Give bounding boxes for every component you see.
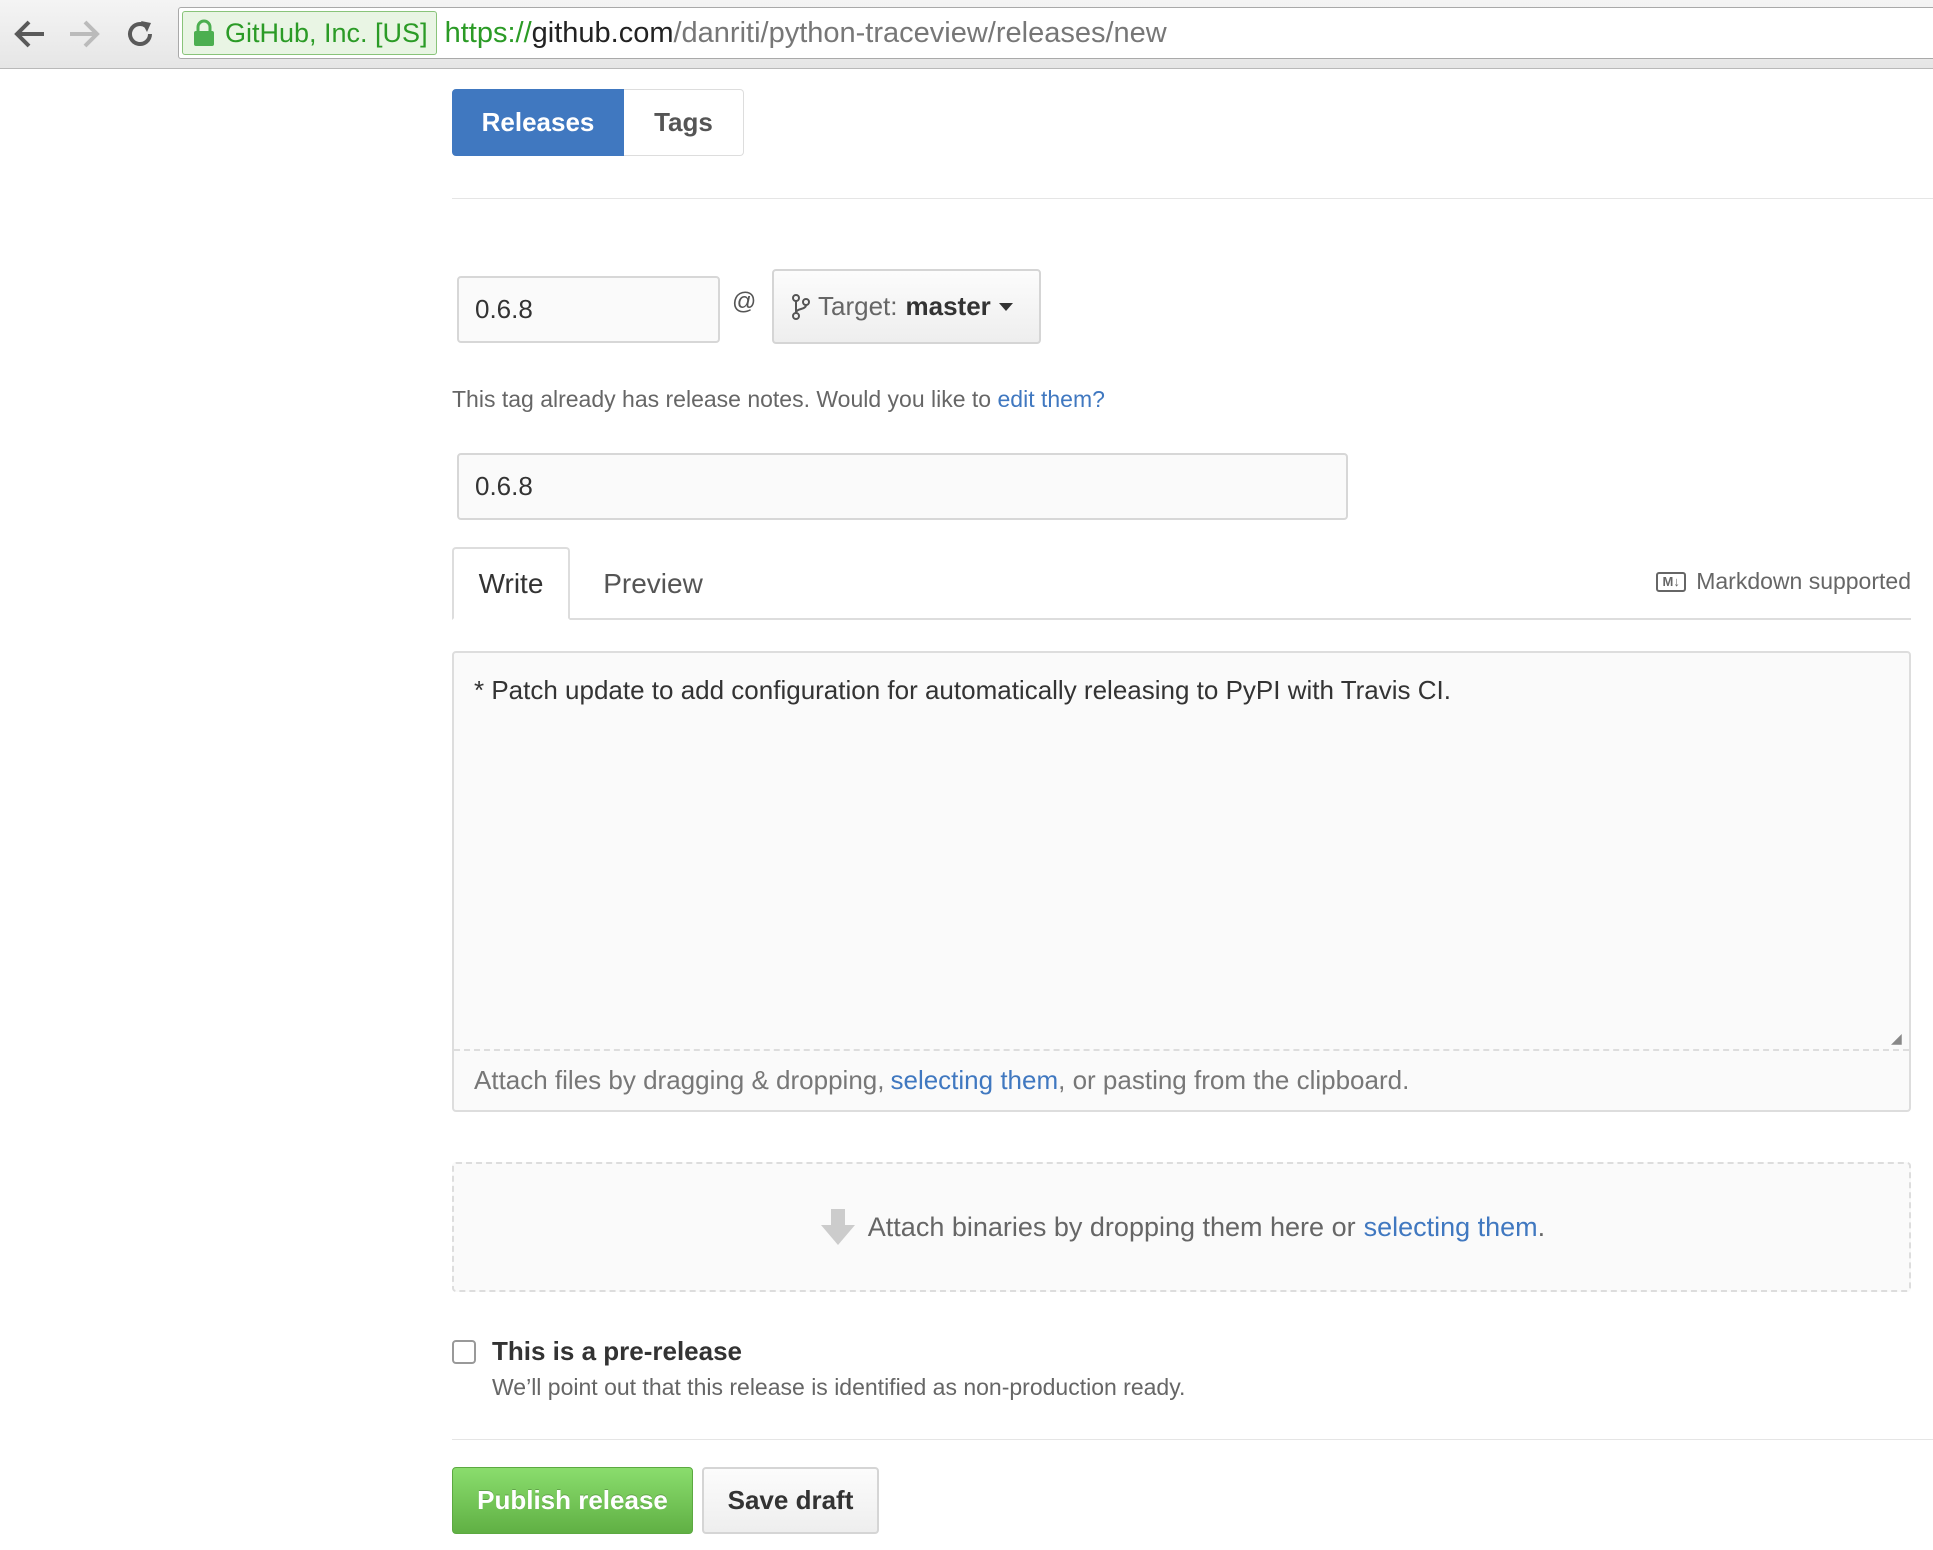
binaries-text: Attach binaries by dropping them here or — [867, 1211, 1356, 1242]
edit-release-link[interactable]: edit them? — [998, 386, 1105, 412]
markdown-supported-note[interactable]: M↓ Markdown supported — [1656, 568, 1911, 595]
url-host: github.com — [531, 16, 674, 49]
back-button[interactable] — [8, 12, 52, 56]
browser-toolbar: GitHub, Inc. [US] https://github.com/dan… — [0, 0, 1933, 69]
select-files-link[interactable]: selecting them — [890, 1065, 1058, 1096]
tab-preview[interactable]: Preview — [588, 547, 718, 620]
existing-release-notice: This tag already has release notes. Woul… — [452, 386, 1105, 413]
lock-icon — [194, 19, 214, 46]
resize-handle-icon[interactable]: ◢ — [1891, 1031, 1905, 1045]
arrow-down-icon — [820, 1209, 855, 1245]
header-divider — [452, 198, 1933, 199]
address-bar[interactable]: GitHub, Inc. [US] https://github.com/dan… — [178, 7, 1933, 59]
binaries-drop-zone[interactable]: Attach binaries by dropping them here or… — [452, 1162, 1911, 1292]
url-text: https://github.com/danriti/python-tracev… — [445, 17, 1167, 50]
prerelease-label[interactable]: This is a pre-release — [492, 1336, 742, 1367]
target-branch-name: master — [905, 291, 991, 321]
releases-tab[interactable]: Releases — [452, 89, 624, 156]
notice-text: This tag already has release notes. Woul… — [452, 386, 998, 412]
release-title-value: 0.6.8 — [475, 471, 533, 501]
release-title-input[interactable]: 0.6.8 — [457, 453, 1348, 520]
binaries-suffix: . — [1537, 1211, 1546, 1242]
prerelease-help-text: We’ll point out that this release is ide… — [492, 1374, 1186, 1400]
release-subnav: Releases Tags — [452, 89, 744, 156]
markdown-note-text: Markdown supported — [1696, 568, 1911, 594]
branch-icon — [792, 293, 810, 320]
tab-write[interactable]: Write — [452, 547, 570, 620]
url-scheme: https:// — [444, 16, 532, 49]
attach-prefix: Attach files by dragging & dropping, — [474, 1065, 885, 1095]
release-notes-textarea[interactable]: * Patch update to add configuration for … — [452, 651, 1911, 1112]
ev-certificate-badge[interactable]: GitHub, Inc. [US] — [182, 11, 437, 55]
save-draft-button[interactable]: Save draft — [702, 1467, 879, 1534]
chevron-down-icon — [998, 302, 1013, 311]
tags-tab[interactable]: Tags — [624, 89, 744, 156]
at-symbol: @ — [732, 288, 757, 315]
arrow-right-icon — [70, 20, 100, 48]
ev-label: GitHub, Inc. [US] — [225, 17, 428, 48]
target-prefix: Target: — [818, 291, 898, 321]
markdown-icon: M↓ — [1656, 571, 1687, 592]
forward-button[interactable] — [62, 12, 106, 56]
actions-divider — [452, 1439, 1933, 1440]
release-notes-text: * Patch update to add configuration for … — [474, 675, 1451, 705]
arrow-left-icon — [14, 20, 44, 48]
attach-files-hint: Attach files by dragging & dropping, sel… — [454, 1049, 1909, 1110]
reload-button[interactable] — [118, 12, 162, 56]
target-branch-dropdown[interactable]: Target: master — [772, 269, 1041, 344]
publish-release-button[interactable]: Publish release — [452, 1467, 693, 1534]
reload-icon — [128, 21, 152, 46]
attach-suffix: , or pasting from the clipboard. — [1058, 1065, 1410, 1095]
url-path: /danriti/python-traceview/releases/new — [673, 16, 1167, 49]
select-binaries-link[interactable]: selecting them — [1364, 1212, 1538, 1243]
prerelease-checkbox[interactable] — [452, 1340, 476, 1364]
tag-name-input[interactable]: 0.6.8 — [457, 276, 720, 343]
tag-name-value: 0.6.8 — [475, 294, 533, 324]
